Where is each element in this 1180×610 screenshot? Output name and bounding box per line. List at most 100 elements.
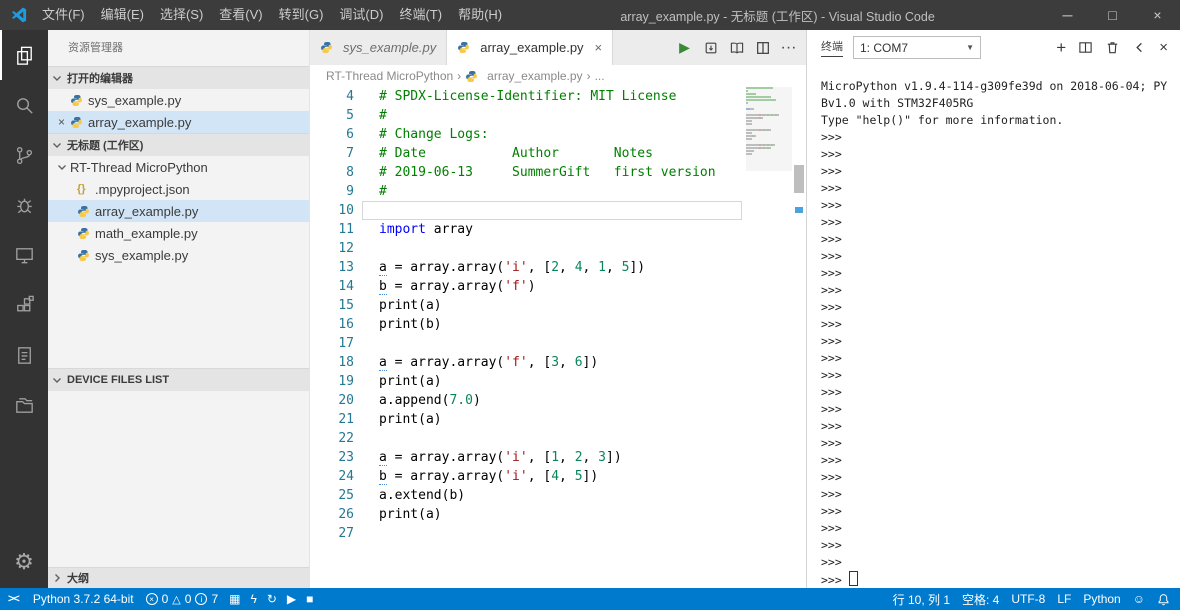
code-line[interactable]: 14 b = array.array('f') <box>310 277 806 296</box>
code-line[interactable]: 10 <box>310 201 806 220</box>
feedback-smiley-icon[interactable]: ☺ <box>1127 588 1151 610</box>
encoding-setting[interactable]: UTF-8 <box>1005 588 1051 610</box>
line-number[interactable]: 14 <box>310 277 354 296</box>
menu-item[interactable]: 帮助(H) <box>450 0 510 30</box>
stop-device-button[interactable]: ■ <box>301 588 318 610</box>
editor-scrollbar[interactable] <box>792 65 806 588</box>
line-number[interactable]: 16 <box>310 315 354 334</box>
minimap[interactable] <box>746 87 792 171</box>
line-number[interactable]: 7 <box>310 144 354 163</box>
maximize-button[interactable]: □ <box>1090 0 1135 30</box>
line-number[interactable]: 12 <box>310 239 354 258</box>
line-number[interactable]: 11 <box>310 220 354 239</box>
terminal-selector[interactable]: 1: COM7 ▼ <box>853 36 981 59</box>
menu-item[interactable]: 转到(G) <box>271 0 332 30</box>
terminal-body[interactable]: MicroPython v1.9.4-114-g309fe39d on 2018… <box>821 78 1176 588</box>
more-actions-button[interactable]: ··· <box>777 36 800 59</box>
editor-tab[interactable]: sys_example.py <box>310 30 448 65</box>
line-number[interactable]: 15 <box>310 296 354 315</box>
device-grid-button[interactable]: ▦ <box>224 588 245 610</box>
minimize-button[interactable]: ─ <box>1045 0 1090 30</box>
menu-item[interactable]: 调试(D) <box>331 0 391 30</box>
line-number[interactable]: 19 <box>310 372 354 391</box>
line-number[interactable]: 22 <box>310 429 354 448</box>
breadcrumb-item[interactable]: RT-Thread MicroPython <box>326 69 453 83</box>
tree-item[interactable]: {} .mpyproject.json <box>48 178 309 200</box>
line-number[interactable]: 8 <box>310 163 354 182</box>
split-terminal-button[interactable] <box>1078 40 1093 55</box>
code-line[interactable]: 9 # <box>310 182 806 201</box>
code-area[interactable]: 4 # SPDX-License-Identifier: MIT License 5… <box>310 87 806 588</box>
eol-setting[interactable]: LF <box>1051 588 1077 610</box>
open-editor-item[interactable]: × array_example.py <box>48 111 309 133</box>
tree-item[interactable]: sys_example.py <box>48 244 309 266</box>
maximize-panel-chevron-icon[interactable] <box>1132 40 1147 55</box>
menu-item[interactable]: 选择(S) <box>152 0 211 30</box>
kill-terminal-trash-icon[interactable] <box>1105 40 1120 55</box>
split-editor-button[interactable] <box>751 36 774 59</box>
menu-item[interactable]: 查看(V) <box>211 0 270 30</box>
source-control-icon[interactable] <box>0 130 48 180</box>
new-terminal-button[interactable]: + <box>1056 38 1066 58</box>
line-number[interactable]: 10 <box>310 201 354 220</box>
menu-item[interactable]: 终端(T) <box>391 0 450 30</box>
code-line[interactable]: 4 # SPDX-License-Identifier: MIT License <box>310 87 806 106</box>
menu-item[interactable]: 编辑(E) <box>93 0 152 30</box>
run-device-button[interactable]: ▶ <box>282 588 301 610</box>
code-line[interactable]: 18 a = array.array('f', [3, 6]) <box>310 353 806 372</box>
close-icon[interactable]: × <box>595 40 603 55</box>
cursor-position[interactable]: 行 10, 列 1 <box>887 588 956 610</box>
close-button[interactable]: × <box>1135 0 1180 30</box>
code-line[interactable]: 17 <box>310 334 806 353</box>
code-line[interactable]: 25 a.extend(b) <box>310 486 806 505</box>
run-python-file-button[interactable]: ▶ <box>673 36 696 59</box>
line-number[interactable]: 25 <box>310 486 354 505</box>
breadcrumb-item[interactable]: ... <box>595 69 605 83</box>
code-line[interactable]: 16 print(b) <box>310 315 806 334</box>
tree-item[interactable]: math_example.py <box>48 222 309 244</box>
code-line[interactable]: 7 # Date Author Notes <box>310 144 806 163</box>
code-line[interactable]: 20 a.append(7.0) <box>310 391 806 410</box>
search-icon[interactable] <box>0 80 48 130</box>
code-line[interactable]: 24 b = array.array('i', [4, 5]) <box>310 467 806 486</box>
line-number[interactable]: 23 <box>310 448 354 467</box>
device-files-header[interactable]: DEVICE FILES LIST <box>48 368 309 391</box>
close-icon[interactable]: × <box>53 115 70 129</box>
minimap-slider[interactable] <box>746 87 792 171</box>
open-preview-icon[interactable] <box>725 36 748 59</box>
code-line[interactable]: 22 <box>310 429 806 448</box>
line-number[interactable]: 17 <box>310 334 354 353</box>
close-panel-button[interactable]: × <box>1159 39 1168 56</box>
notifications-bell-icon[interactable] <box>1151 588 1176 610</box>
folder-library-icon[interactable] <box>0 380 48 430</box>
code-line[interactable]: 27 <box>310 524 806 543</box>
tree-item[interactable]: RT-Thread MicroPython <box>48 156 309 178</box>
open-editors-header[interactable]: 打开的编辑器 <box>48 66 309 89</box>
sync-button[interactable]: ↻ <box>262 588 282 610</box>
line-number[interactable]: 18 <box>310 353 354 372</box>
line-number[interactable]: 27 <box>310 524 354 543</box>
indentation-setting[interactable]: 空格: 4 <box>956 588 1005 610</box>
code-line[interactable]: 11 import array <box>310 220 806 239</box>
menu-item[interactable]: 文件(F) <box>34 0 93 30</box>
code-line[interactable]: 8 # 2019-06-13 SummerGift first version <box>310 163 806 182</box>
outline-header[interactable]: 大纲 <box>48 567 309 588</box>
line-number[interactable]: 26 <box>310 505 354 524</box>
explorer-icon[interactable] <box>0 30 48 80</box>
code-line[interactable]: 23 a = array.array('i', [1, 2, 3]) <box>310 448 806 467</box>
line-number[interactable]: 9 <box>310 182 354 201</box>
line-number[interactable]: 4 <box>310 87 354 106</box>
line-number[interactable]: 24 <box>310 467 354 486</box>
line-number[interactable]: 6 <box>310 125 354 144</box>
flash-download-button[interactable]: ϟ <box>245 588 261 610</box>
code-line[interactable]: 5 # <box>310 106 806 125</box>
download-to-device-icon[interactable] <box>699 36 722 59</box>
settings-gear-icon[interactable]: ⚙ <box>0 540 48 584</box>
report-list-icon[interactable] <box>0 330 48 380</box>
code-line[interactable]: 21 print(a) <box>310 410 806 429</box>
workspace-header[interactable]: 无标题 (工作区) <box>48 133 309 156</box>
line-number[interactable]: 5 <box>310 106 354 125</box>
terminal-panel-title[interactable]: 终端 <box>821 38 843 57</box>
python-interpreter[interactable]: Python 3.7.2 64-bit <box>27 588 140 610</box>
code-line[interactable]: 6 # Change Logs: <box>310 125 806 144</box>
